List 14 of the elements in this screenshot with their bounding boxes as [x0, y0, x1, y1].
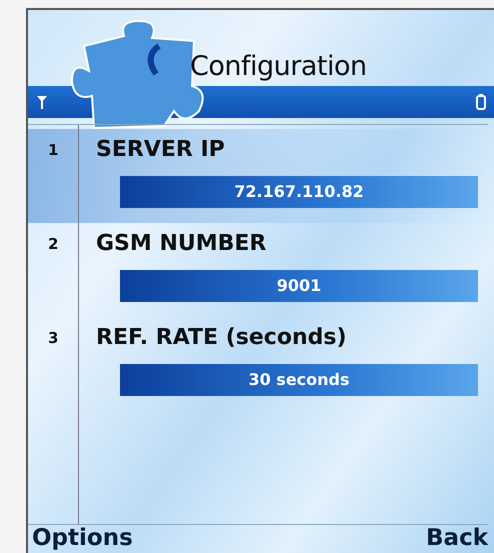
item-number: 1 — [48, 140, 60, 161]
screen-title: Configuration — [190, 51, 367, 82]
item-number: 3 — [48, 328, 60, 349]
setting-item[interactable]: 3 REF. RATE (seconds) 30 seconds — [28, 317, 488, 411]
setting-label: GSM NUMBER — [95, 231, 268, 258]
options-softkey[interactable]: Options — [32, 525, 133, 551]
setting-label: SERVER IP — [95, 137, 226, 164]
setting-value: 9001 — [120, 270, 478, 302]
setting-label: REF. RATE (seconds) — [95, 325, 348, 352]
back-softkey[interactable]: Back — [426, 525, 488, 551]
setting-item[interactable]: 2 GSM NUMBER 9001 — [28, 223, 488, 317]
item-number: 2 — [48, 234, 60, 255]
setting-value: 72.167.110.82 — [120, 176, 478, 208]
setting-value: 30 seconds — [120, 364, 478, 396]
